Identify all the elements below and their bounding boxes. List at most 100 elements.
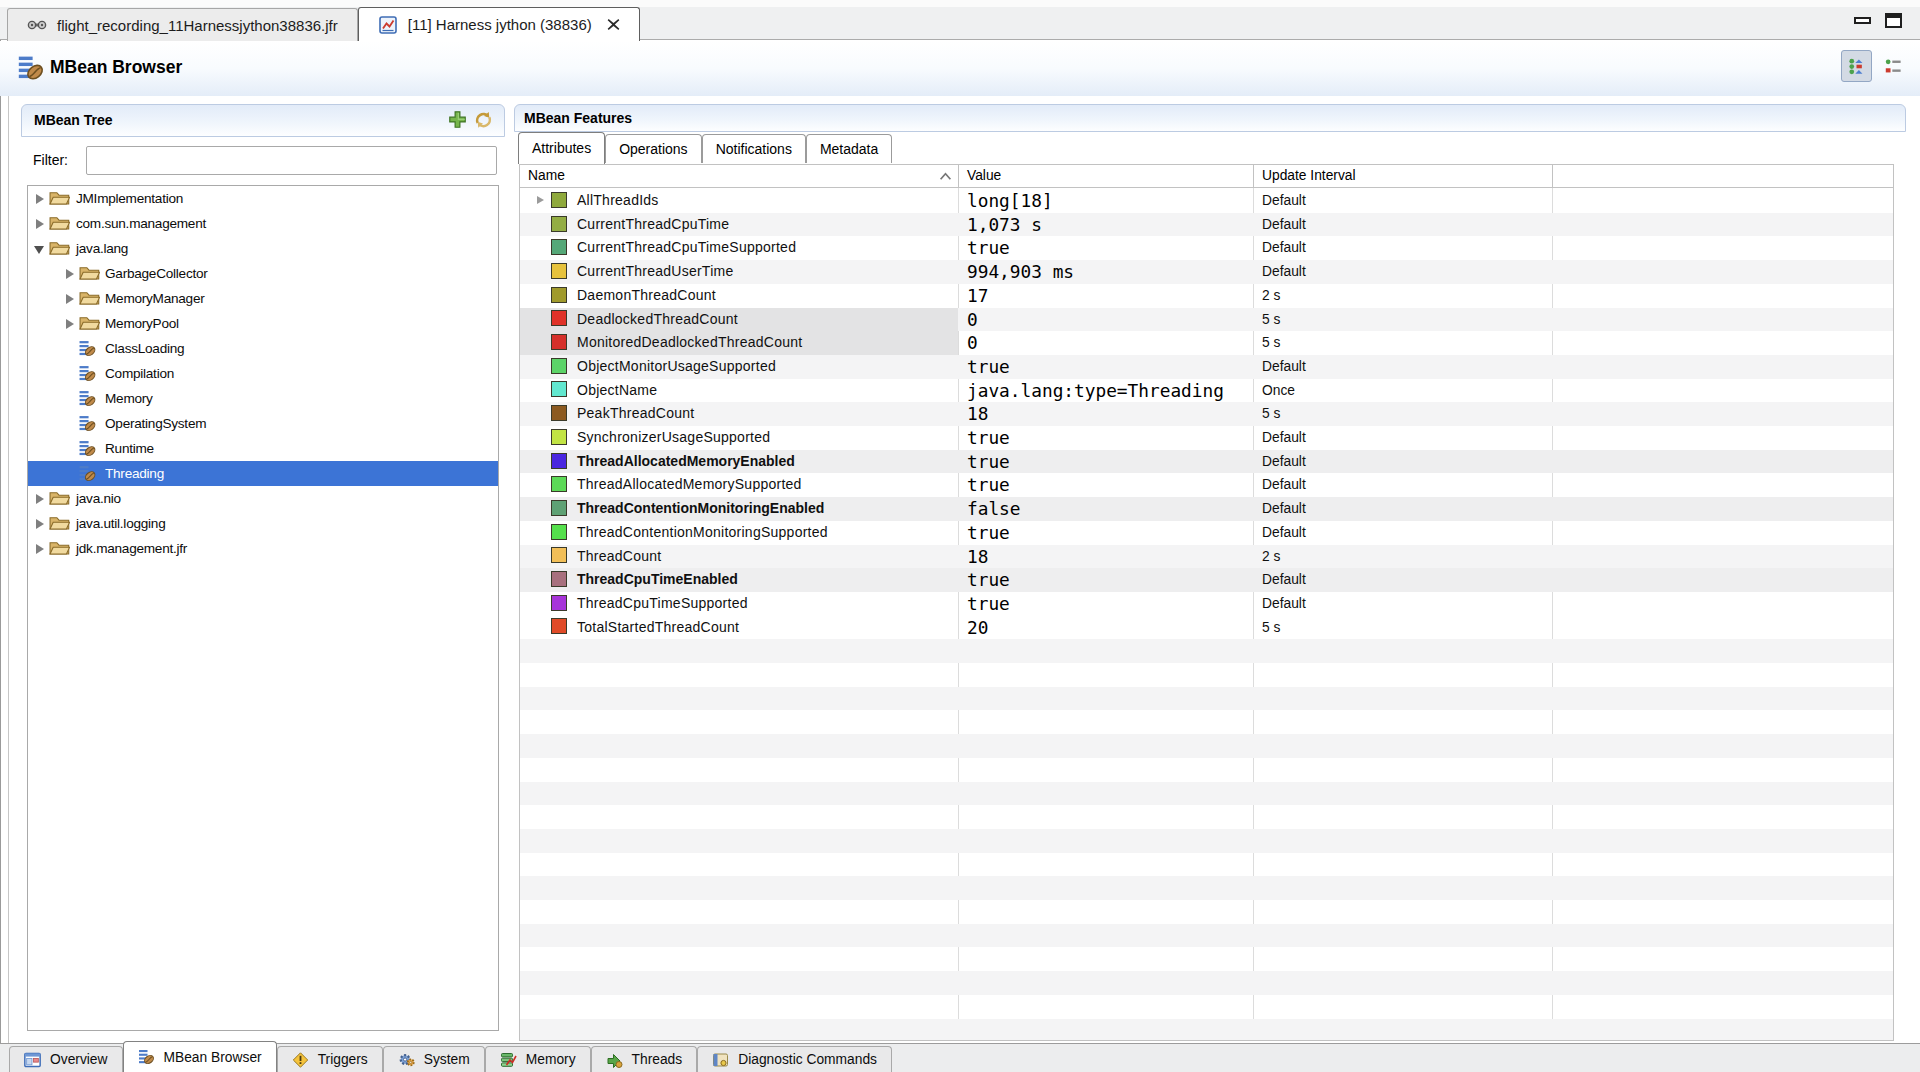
table-row-ThreadCount[interactable]: ThreadCount182 s xyxy=(520,545,1893,569)
refresh-button[interactable] xyxy=(473,110,494,129)
feature-tab-Metadata[interactable]: Metadata xyxy=(806,134,892,163)
editor-tab-0[interactable]: flight_recording_11Harnessjython38836.jf… xyxy=(7,8,358,41)
attribute-update-interval: 2 s xyxy=(1262,545,1280,569)
folder-icon xyxy=(49,515,70,531)
table-row-CurrentThreadUserTime[interactable]: CurrentThreadUserTime994,903 msDefault xyxy=(520,260,1893,284)
minimize-button[interactable] xyxy=(1854,17,1871,24)
attribute-value: true xyxy=(967,355,1010,379)
attribute-name: ThreadAllocatedMemoryEnabled xyxy=(577,450,795,474)
table-row-ThreadCpuTimeEnabled[interactable]: ThreadCpuTimeEnabledtrueDefault xyxy=(520,568,1893,592)
expand-arrow-icon[interactable] xyxy=(537,196,544,204)
attribute-name: PeakThreadCount xyxy=(577,402,694,426)
column-header-name[interactable]: Name xyxy=(528,165,565,187)
tree-item-label: GarbageCollector xyxy=(105,261,208,286)
page-tab-Memory[interactable]: Memory xyxy=(485,1046,591,1072)
attribute-value: true xyxy=(967,592,1010,616)
table-row-ThreadContentionMonitoringEnabled[interactable]: ThreadContentionMonitoringEnabledfalseDe… xyxy=(520,497,1893,521)
tree-item-Memory[interactable]: Memory xyxy=(28,386,498,411)
tree-item-Threading[interactable]: Threading xyxy=(28,461,498,486)
table-row-empty xyxy=(520,947,1893,971)
attribute-value: 18 xyxy=(967,402,988,426)
collapsed-arrow-icon[interactable] xyxy=(36,544,44,554)
table-row-ObjectName[interactable]: ObjectNamejava.lang:type=ThreadingOnce xyxy=(520,379,1893,403)
attribute-name: ThreadCount xyxy=(577,545,661,569)
attribute-value: true xyxy=(967,450,1010,474)
feature-tab-Operations[interactable]: Operations xyxy=(605,134,701,163)
table-row-DaemonThreadCount[interactable]: DaemonThreadCount172 s xyxy=(520,284,1893,308)
table-row-TotalStartedThreadCount[interactable]: TotalStartedThreadCount205 s xyxy=(520,616,1893,640)
attribute-update-interval: Default xyxy=(1262,473,1306,497)
tree-item-java.util.logging[interactable]: java.util.logging xyxy=(28,511,498,536)
tree-item-label: Compilation xyxy=(105,361,174,386)
table-row-CurrentThreadCpuTimeSupported[interactable]: CurrentThreadCpuTimeSupportedtrueDefault xyxy=(520,236,1893,260)
mbean-tree-section-header: MBean Tree xyxy=(21,104,505,137)
mbean-icon xyxy=(138,1049,155,1065)
page-tab-Overview[interactable]: Overview xyxy=(9,1046,123,1072)
collapsed-arrow-icon[interactable] xyxy=(66,294,74,304)
tree-item-label: Threading xyxy=(105,461,164,486)
attribute-value: 0 xyxy=(967,331,978,355)
tree-item-com.sun.management[interactable]: com.sun.management xyxy=(28,211,498,236)
maximize-button[interactable] xyxy=(1885,13,1902,28)
collapsed-arrow-icon[interactable] xyxy=(66,319,74,329)
page-tab-Diagnostic Commands[interactable]: Diagnostic Commands xyxy=(697,1046,892,1072)
attribute-update-interval: 2 s xyxy=(1262,284,1280,308)
tree-item-MemoryManager[interactable]: MemoryManager xyxy=(28,286,498,311)
expanded-arrow-icon[interactable] xyxy=(34,246,44,254)
attribute-value: 0 xyxy=(967,308,978,332)
feature-tab-Notifications[interactable]: Notifications xyxy=(702,134,806,163)
tree-item-GarbageCollector[interactable]: GarbageCollector xyxy=(28,261,498,286)
collapsed-arrow-icon[interactable] xyxy=(36,194,44,204)
close-icon[interactable] xyxy=(607,18,620,31)
table-row-SynchronizerUsageSupported[interactable]: SynchronizerUsageSupportedtrueDefault xyxy=(520,426,1893,450)
table-row-PeakThreadCount[interactable]: PeakThreadCount185 s xyxy=(520,402,1893,426)
tree-item-Runtime[interactable]: Runtime xyxy=(28,436,498,461)
column-header-update-interval[interactable]: Update Interval xyxy=(1262,165,1356,187)
filter-input[interactable] xyxy=(86,146,497,175)
page-tab-Triggers[interactable]: Triggers xyxy=(277,1046,383,1072)
table-row-empty xyxy=(520,805,1893,829)
tree-item-JMImplementation[interactable]: JMImplementation xyxy=(28,186,498,211)
collapsed-arrow-icon[interactable] xyxy=(36,494,44,504)
page-tab-Threads[interactable]: Threads xyxy=(591,1046,698,1072)
horizontal-layout-button[interactable] xyxy=(1880,53,1907,79)
collapsed-arrow-icon[interactable] xyxy=(66,269,74,279)
table-row-MonitoredDeadlockedThreadCount[interactable]: MonitoredDeadlockedThreadCount05 s xyxy=(520,331,1893,355)
editor-tab-1[interactable]: [11] Harness jython (38836) xyxy=(358,7,640,41)
attribute-update-interval: Default xyxy=(1262,260,1306,284)
tree-item-jdk.management.jfr[interactable]: jdk.management.jfr xyxy=(28,536,498,561)
tree-item-ClassLoading[interactable]: ClassLoading xyxy=(28,336,498,361)
attribute-value: 994,903 ms xyxy=(967,260,1074,284)
table-row-ThreadCpuTimeSupported[interactable]: ThreadCpuTimeSupportedtrueDefault xyxy=(520,592,1893,616)
vertical-layout-button[interactable] xyxy=(1841,50,1872,82)
page-tab-MBean Browser[interactable]: MBean Browser xyxy=(123,1041,277,1072)
attribute-value: true xyxy=(967,473,1010,497)
collapsed-arrow-icon[interactable] xyxy=(36,519,44,529)
tree-item-java.nio[interactable]: java.nio xyxy=(28,486,498,511)
tree-item-OperatingSystem[interactable]: OperatingSystem xyxy=(28,411,498,436)
collapsed-arrow-icon[interactable] xyxy=(36,219,44,229)
tree-item-Compilation[interactable]: Compilation xyxy=(28,361,498,386)
table-row-empty xyxy=(520,639,1893,663)
triggers-icon xyxy=(292,1052,309,1068)
feature-tab-Attributes[interactable]: Attributes xyxy=(518,132,605,164)
table-row-ThreadAllocatedMemoryEnabled[interactable]: ThreadAllocatedMemoryEnabledtrueDefault xyxy=(520,450,1893,474)
table-row-empty xyxy=(520,829,1893,853)
attribute-type-icon xyxy=(551,334,567,350)
page-tab-label: Memory xyxy=(526,1052,576,1067)
tree-item-java.lang[interactable]: java.lang xyxy=(28,236,498,261)
table-row-DeadlockedThreadCount[interactable]: DeadlockedThreadCount05 s xyxy=(520,308,1893,332)
page-tab-System[interactable]: System xyxy=(383,1046,485,1072)
folder-icon xyxy=(49,215,70,231)
tree-item-MemoryPool[interactable]: MemoryPool xyxy=(28,311,498,336)
table-row-AllThreadIds[interactable]: AllThreadIdslong[18]Default xyxy=(520,189,1893,213)
attribute-update-interval: Default xyxy=(1262,497,1306,521)
table-row-CurrentThreadCpuTime[interactable]: CurrentThreadCpuTime1,073 sDefault xyxy=(520,213,1893,237)
attribute-update-interval: Default xyxy=(1262,426,1306,450)
table-row-ObjectMonitorUsageSupported[interactable]: ObjectMonitorUsageSupportedtrueDefault xyxy=(520,355,1893,379)
table-row-ThreadAllocatedMemorySupported[interactable]: ThreadAllocatedMemorySupportedtrueDefaul… xyxy=(520,473,1893,497)
table-row-ThreadContentionMonitoringSupported[interactable]: ThreadContentionMonitoringSupportedtrueD… xyxy=(520,521,1893,545)
column-header-value[interactable]: Value xyxy=(967,165,1001,187)
attributes-rows: AllThreadIdslong[18]DefaultCurrentThread… xyxy=(520,189,1893,1041)
add-mbean-button[interactable] xyxy=(448,110,467,129)
